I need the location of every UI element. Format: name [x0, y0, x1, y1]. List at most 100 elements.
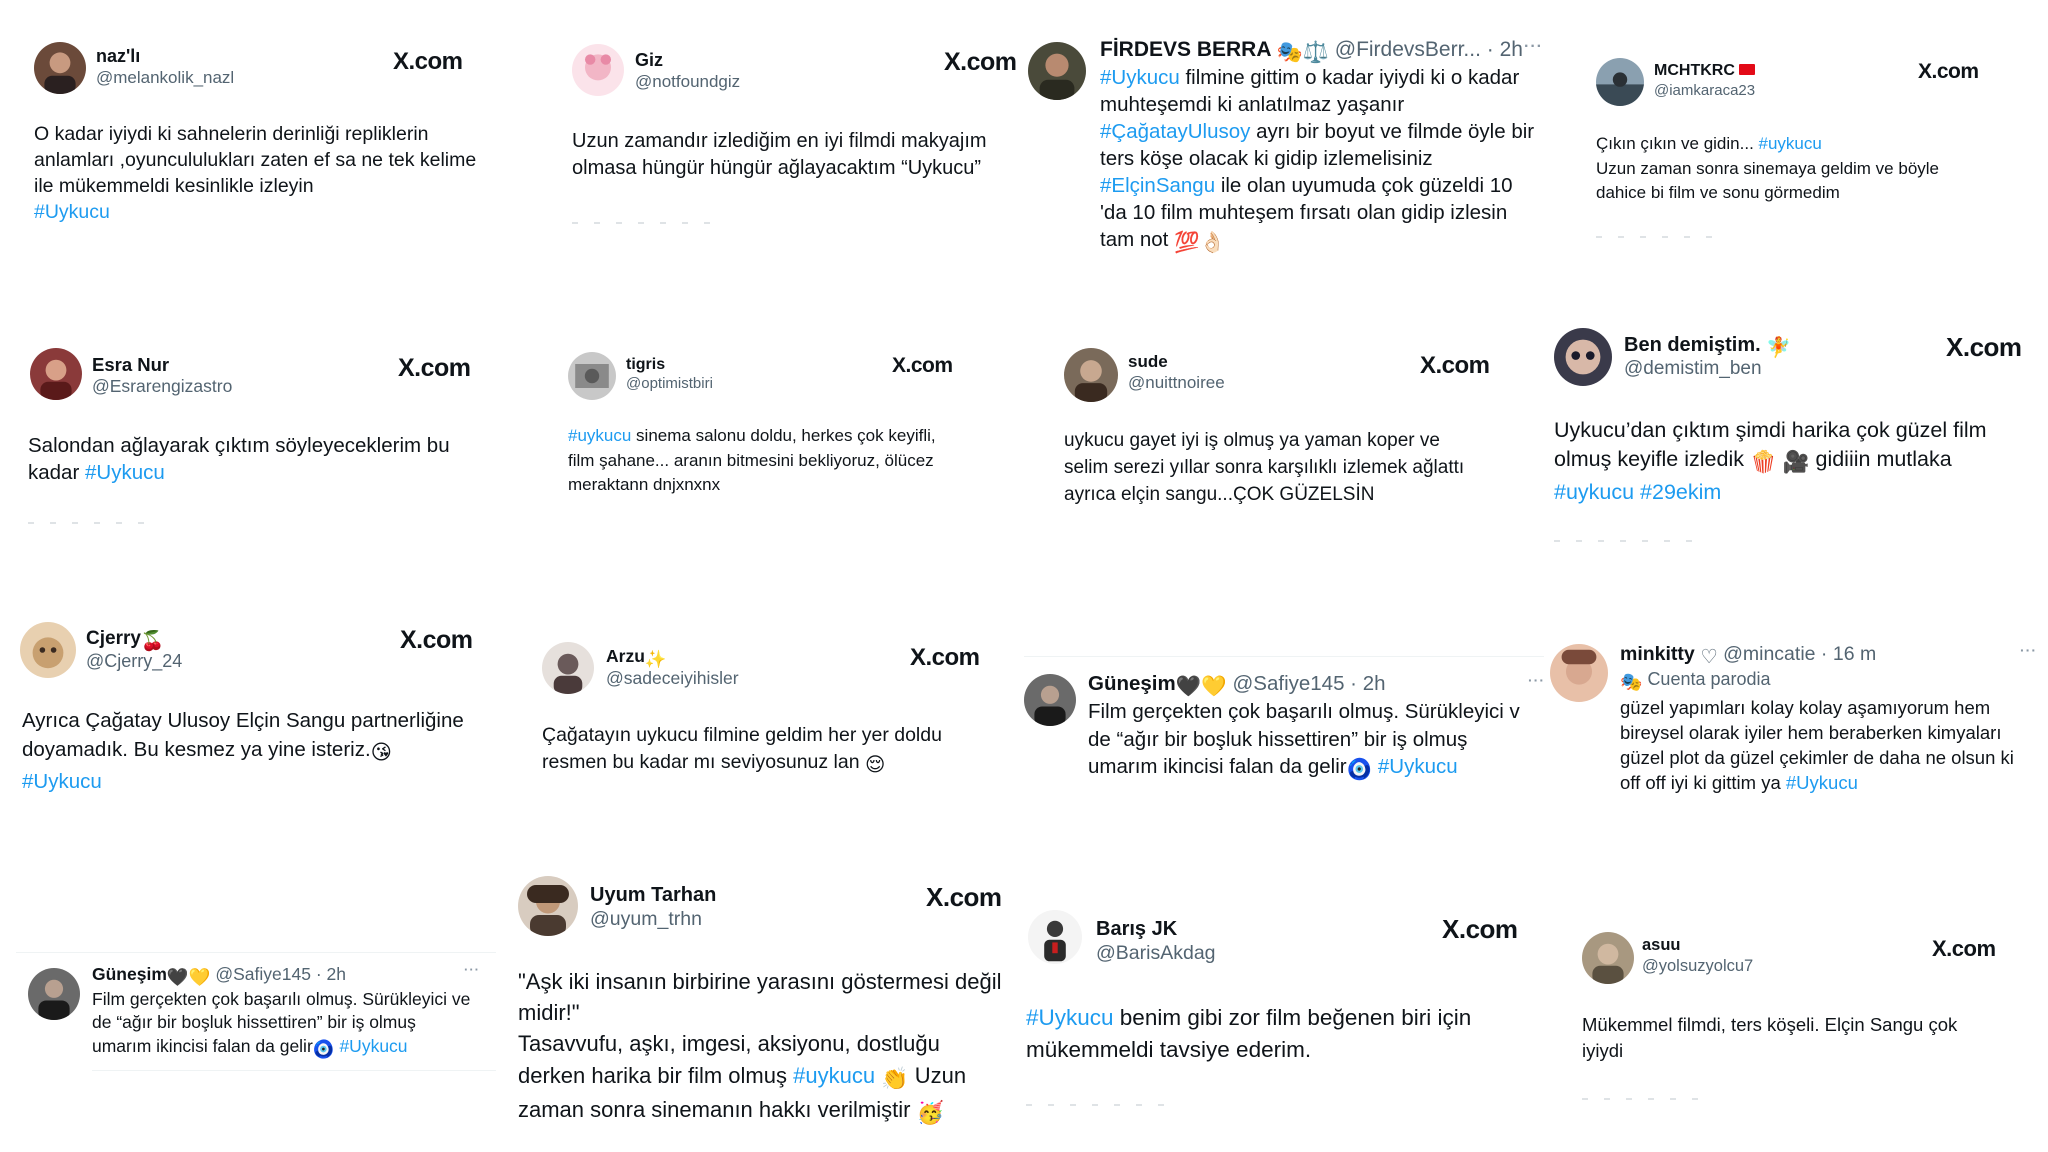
display-name[interactable]: MCHTKRC — [1654, 62, 1756, 80]
hashtag-link[interactable]: #Uykucu — [34, 201, 110, 223]
user-handle[interactable]: @BarisAkdag — [1096, 942, 1216, 965]
x-logo[interactable]: X.com — [1442, 914, 1518, 945]
user-handle[interactable]: @demistim_ben — [1624, 358, 1762, 380]
avatar[interactable] — [1554, 328, 1612, 386]
x-logo[interactable]: X.com — [892, 354, 953, 378]
display-name[interactable]: asuu — [1642, 936, 1681, 955]
avatar[interactable] — [1028, 910, 1082, 964]
text-line: olmasa hüngür hüngür ağlayacaktım “Uykuc… — [572, 156, 982, 179]
avatar[interactable] — [1596, 58, 1644, 106]
user-handle[interactable]: @Esrarengizastro — [92, 376, 232, 397]
hashtag-link[interactable]: #uykucu — [793, 1063, 875, 1088]
user-handle[interactable]: @mincatie — [1723, 643, 1815, 665]
text-line: iyiydi — [1582, 1040, 1624, 1062]
hashtag-link[interactable]: #uykucu — [568, 426, 631, 445]
avatar[interactable] — [572, 44, 624, 96]
hashtag-link[interactable]: #uykucu #29ekim — [1554, 480, 1721, 504]
more-options-icon[interactable]: ··· — [1524, 38, 1543, 56]
text-line: resmen bu kadar mı seviyosunuz lan — [542, 751, 860, 774]
hashtag-link[interactable]: #Uykucu — [1378, 755, 1458, 778]
x-logo[interactable]: X.com — [926, 882, 1002, 913]
avatar[interactable] — [34, 42, 86, 94]
card-divider — [92, 1070, 496, 1071]
x-logo[interactable]: X.com — [944, 48, 1017, 77]
text-line: Tasavvufu, aşkı, imgesi, aksiyonu, dostl… — [518, 1031, 940, 1057]
avatar[interactable] — [1582, 932, 1634, 984]
x-logo[interactable]: X.com — [398, 354, 471, 383]
display-name[interactable]: FİRDEVS BERRA 🎭⚖️ @FirdevsBerr... · 2h — [1100, 38, 1523, 65]
display-name[interactable]: Arzu✨ — [606, 646, 667, 670]
hashtag-link[interactable]: #uykucu — [1759, 134, 1822, 153]
timestamp[interactable]: 16 m — [1833, 643, 1876, 665]
tweet-card: FİRDEVS BERRA 🎭⚖️ @FirdevsBerr... · 2h ·… — [1028, 30, 1548, 260]
display-name[interactable]: minkitty ♡ @mincatie · 16 m — [1620, 643, 1876, 669]
tweet-card: Ben demiştim. 🧚 @demistim_ben X.com Uyku… — [1554, 324, 2034, 554]
sparkles-icon: ✨ — [644, 649, 667, 669]
winking-kiss-icon: 😘 — [370, 741, 393, 765]
hashtag-link[interactable]: #Uykucu — [1026, 1005, 1114, 1030]
user-handle[interactable]: @nuittnoiree — [1128, 373, 1225, 393]
hashtag-link[interactable]: #Uykucu — [1786, 772, 1858, 793]
faint-footer — [572, 222, 712, 224]
hashtag-link[interactable]: #ÇağatayUlusoy — [1100, 120, 1250, 143]
user-handle[interactable]: @notfoundgiz — [635, 72, 740, 92]
user-handle[interactable]: @Cjerry_24 — [86, 651, 182, 672]
avatar[interactable] — [20, 622, 76, 678]
avatar[interactable] — [1028, 42, 1086, 100]
timestamp[interactable]: 2h — [1363, 672, 1386, 695]
hashtag-link[interactable]: #ElçinSangu — [1100, 174, 1215, 197]
x-logo[interactable]: X.com — [393, 48, 463, 76]
user-handle[interactable]: @iamkaraca23 — [1654, 82, 1755, 99]
display-name[interactable]: Ben demiştim. 🧚 — [1624, 334, 1791, 360]
display-name[interactable]: Esra Nur — [92, 354, 169, 376]
user-handle[interactable]: @optimistbiri — [626, 375, 713, 392]
faint-footer — [1554, 540, 1694, 542]
tweet-text: Mükemmel filmdi, ters köşeli. Elçin Sang… — [1582, 1012, 2042, 1065]
user-handle[interactable]: @yolsuzyolcu7 — [1642, 957, 1753, 976]
x-logo[interactable]: X.com — [1946, 332, 2022, 363]
more-options-icon[interactable]: ··· — [464, 962, 480, 977]
display-name[interactable]: naz'lı — [96, 46, 140, 67]
x-logo[interactable]: X.com — [1918, 60, 1979, 84]
text-line: Uzun — [908, 1062, 967, 1088]
user-handle[interactable]: @Safiye145 — [215, 964, 311, 984]
display-name[interactable]: Güneşim🖤💛 @Safiye145 · 2h — [92, 964, 346, 988]
timestamp[interactable]: 2h — [1500, 38, 1523, 61]
user-handle[interactable]: @FirdevsBerr... — [1335, 38, 1481, 61]
hashtag-link[interactable]: #Uykucu — [85, 461, 165, 484]
hashtag-link[interactable]: #Uykucu — [22, 770, 102, 793]
timestamp[interactable]: 2h — [327, 964, 346, 984]
avatar[interactable] — [1550, 644, 1608, 702]
avatar[interactable] — [1024, 674, 1076, 726]
user-handle[interactable]: @Safiye145 — [1232, 672, 1344, 695]
text-line: kadar — [28, 461, 85, 485]
avatar[interactable] — [568, 352, 616, 400]
display-name[interactable]: Barış JK — [1096, 918, 1177, 941]
avatar[interactable] — [542, 642, 594, 694]
user-handle[interactable]: @sadeceiyihisler — [606, 668, 739, 689]
display-name[interactable]: Giz — [635, 50, 663, 71]
avatar[interactable] — [518, 876, 578, 936]
display-name[interactable]: Güneşim🖤💛 @Safiye145 · 2h — [1088, 672, 1386, 699]
x-logo[interactable]: X.com — [1932, 936, 1996, 962]
user-handle[interactable]: @melankolik_nazl — [96, 68, 234, 88]
text-line: olmuş keyifle izledik — [1554, 447, 1744, 472]
more-options-icon[interactable]: ··· — [2020, 642, 2037, 658]
more-options-icon[interactable]: ··· — [1528, 672, 1545, 688]
avatar[interactable] — [30, 348, 82, 400]
hashtag-link[interactable]: #Uykucu — [339, 1036, 407, 1056]
display-name[interactable]: Uyum Tarhan — [590, 884, 716, 907]
x-logo[interactable]: X.com — [910, 644, 980, 672]
x-logo[interactable]: X.com — [400, 626, 473, 655]
hashtag-link[interactable]: #Uykucu — [1100, 66, 1180, 89]
x-logo[interactable]: X.com — [1420, 352, 1490, 380]
text-line: dahice bi film ve sonu görmedim — [1596, 183, 1840, 203]
tweet-text: Uzun zamandır izlediğim en iyi filmdi ma… — [572, 128, 1032, 181]
avatar[interactable] — [1064, 348, 1118, 402]
text-line: muhteşemdi ki anlatılmaz yaşanır — [1100, 93, 1405, 117]
display-name[interactable]: tigris — [626, 356, 665, 374]
user-handle[interactable]: @uyum_trhn — [590, 908, 702, 931]
display-name[interactable]: sude — [1128, 352, 1168, 372]
avatar[interactable] — [28, 968, 80, 1020]
display-name[interactable]: Cjerry🍒 — [86, 628, 165, 653]
